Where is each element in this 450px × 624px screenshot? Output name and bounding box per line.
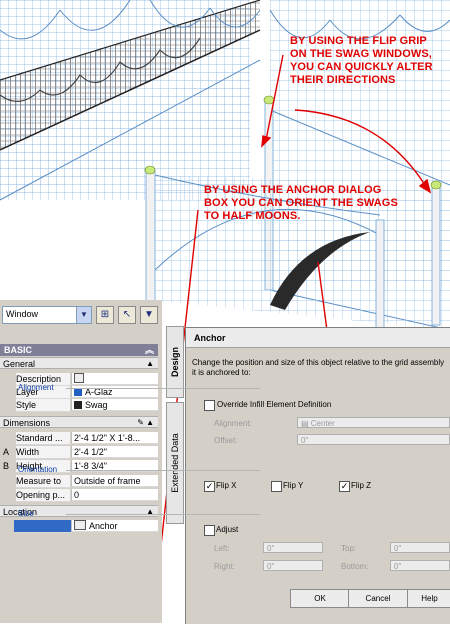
anchor-icon xyxy=(74,520,86,530)
bottom-input[interactable]: 0" xyxy=(390,560,450,571)
basic-header[interactable]: BASIC ︽ xyxy=(0,344,158,356)
help-button[interactable]: Help xyxy=(407,589,450,608)
adjust-label: Adjust xyxy=(216,525,239,534)
row-label: Width xyxy=(16,446,70,459)
offset-input[interactable]: 0" xyxy=(297,434,450,445)
alignment-label: Alignment: xyxy=(214,419,252,428)
ok-button[interactable]: OK xyxy=(290,589,350,608)
dimension-tool-icon[interactable]: ✎ xyxy=(137,417,144,429)
collapse-section-icon[interactable]: ▲ xyxy=(146,506,154,518)
row-value[interactable]: Swag xyxy=(71,399,158,411)
section-dimensions-label: Dimensions xyxy=(3,418,51,428)
flip-x-checkbox[interactable]: ✓ xyxy=(204,481,215,492)
flip-y-label: Flip Y xyxy=(283,481,304,490)
row-width[interactable]: A Width 2'-4 1/2" xyxy=(0,446,158,459)
row-value[interactable]: Outside of frame xyxy=(71,475,158,487)
row-style[interactable]: Style Swag xyxy=(0,399,158,412)
top-label: Top: xyxy=(341,544,357,553)
flip-z-label: Flip Z xyxy=(351,481,371,490)
collapse-section-icon[interactable]: ▲ xyxy=(146,358,154,370)
tab-extended-label: Extended Data xyxy=(170,433,180,493)
pick-point-icon[interactable]: ↖ xyxy=(118,306,136,324)
section-general-label: General xyxy=(3,359,36,369)
override-checkbox[interactable] xyxy=(204,400,215,411)
group-divider xyxy=(66,470,260,471)
collapse-section-icon[interactable]: ▲ xyxy=(146,417,154,429)
right-label: Right: xyxy=(214,562,235,571)
layer-color-icon xyxy=(74,388,82,396)
height-marker: B xyxy=(3,461,10,471)
row-measure-to[interactable]: Measure to Outside of frame xyxy=(0,475,158,488)
row-opening-percent[interactable]: Opening p... 0 xyxy=(0,489,158,502)
row-value[interactable]: Anchor xyxy=(71,520,158,532)
section-general[interactable]: General ▲ xyxy=(0,357,158,369)
row-value[interactable]: 2'-4 1/2" X 1'-8... xyxy=(71,432,158,444)
override-label: Override Infill Element Definition xyxy=(217,400,332,409)
row-label: Standard ... xyxy=(16,432,70,445)
alignment-select[interactable]: ▤ Center xyxy=(297,417,450,428)
group-divider xyxy=(66,514,260,515)
offset-label: Offset: xyxy=(214,436,238,445)
upper-curtain-wall xyxy=(0,0,261,201)
size-group-title: Size xyxy=(18,509,34,518)
row-value[interactable] xyxy=(71,373,158,385)
flip-grip-callout: BY USING THE FLIP GRIP ON THE SWAG WINDO… xyxy=(290,35,433,86)
basic-header-label: BASIC xyxy=(4,345,33,355)
anchor-dialog-callout: BY USING THE ANCHOR DIALOG BOX YOU CAN O… xyxy=(204,184,398,222)
row-value[interactable]: 0 xyxy=(71,489,158,501)
text-edit-icon xyxy=(74,373,84,383)
dialog-description: Change the position and size of this obj… xyxy=(192,358,445,377)
dialog-title: Anchor xyxy=(186,328,450,348)
flip-x-label: Flip X xyxy=(216,481,237,490)
flip-y-checkbox[interactable] xyxy=(271,481,282,492)
alignment-value: Center xyxy=(310,419,335,428)
cancel-button[interactable]: Cancel xyxy=(348,589,408,608)
properties-palette: Window ▼ ⊞ ↖ ▼ BASIC ︽ General ▲ Descrip… xyxy=(0,300,162,623)
row-standard-size[interactable]: Standard ... 2'-4 1/2" X 1'-8... xyxy=(0,432,158,445)
right-input[interactable]: 0" xyxy=(263,560,323,571)
row-label: Style xyxy=(16,399,70,412)
row-label-selected xyxy=(14,520,71,533)
object-type-select[interactable]: Window ▼ xyxy=(2,306,92,324)
adjust-checkbox[interactable] xyxy=(204,525,215,536)
center-icon: ▤ xyxy=(301,419,311,428)
flip-z-checkbox[interactable]: ✓ xyxy=(339,481,350,492)
style-swatch-icon xyxy=(74,401,82,409)
bottom-label: Bottom: xyxy=(341,562,369,571)
anchor-value: Anchor xyxy=(89,521,118,531)
select-objects-icon[interactable]: ⊞ xyxy=(96,306,114,324)
collapse-icon[interactable]: ︽ xyxy=(145,344,154,356)
alignment-group-title: Alignment xyxy=(18,383,54,392)
tab-extended-data[interactable]: Extended Data xyxy=(166,402,184,524)
section-dimensions[interactable]: Dimensions ✎ ▲ xyxy=(0,416,158,428)
group-divider xyxy=(66,388,260,389)
left-input[interactable]: 0" xyxy=(263,542,323,553)
style-value: Swag xyxy=(85,400,108,410)
chevron-down-icon[interactable]: ▼ xyxy=(76,307,91,323)
width-marker: A xyxy=(3,447,10,457)
row-anchor[interactable]: Anchor xyxy=(0,520,158,533)
quick-select-icon[interactable]: ▼ xyxy=(140,306,158,324)
top-input[interactable]: 0" xyxy=(390,542,450,553)
row-value[interactable]: 2'-4 1/2" xyxy=(71,446,158,458)
tab-design-label: Design xyxy=(170,346,180,378)
row-label: Measure to xyxy=(16,475,70,488)
row-label: Opening p... xyxy=(16,489,70,502)
object-type-value: Window xyxy=(6,309,39,319)
left-label: Left: xyxy=(214,544,230,553)
orientation-group-title: Orientation xyxy=(18,465,58,474)
anchor-dialog: Anchor Change the position and size of t… xyxy=(185,327,450,624)
